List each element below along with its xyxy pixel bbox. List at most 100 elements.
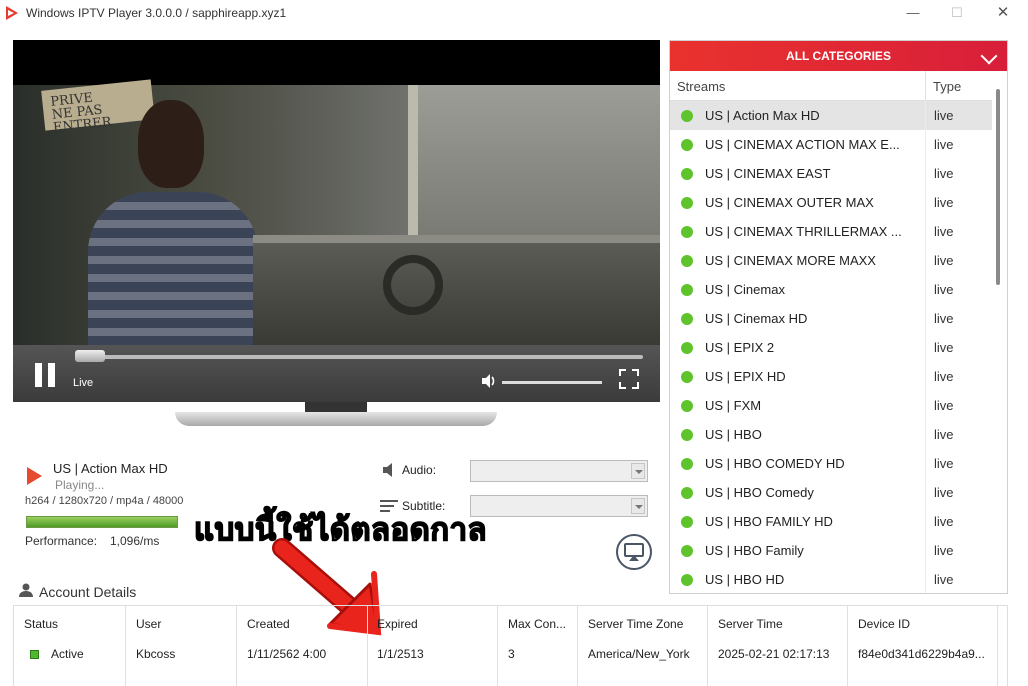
account-col-max-connections: Max Con... 3 xyxy=(498,606,578,686)
live-status-icon xyxy=(681,197,693,209)
list-item[interactable]: US | CINEMAX MORE MAXX live xyxy=(670,246,992,275)
cast-icon[interactable] xyxy=(616,534,652,570)
close-button[interactable]: ✕ xyxy=(980,0,1026,26)
live-status-icon xyxy=(681,545,693,557)
stream-type: live xyxy=(934,282,954,297)
list-item[interactable]: US | Cinemax HD live xyxy=(670,304,992,333)
list-item[interactable]: US | HBO Family live xyxy=(670,536,992,565)
stream-name: US | HBO Comedy xyxy=(705,485,814,500)
stream-name: US | HBO xyxy=(705,427,762,442)
live-status-icon xyxy=(681,284,693,296)
chevron-down-icon[interactable] xyxy=(980,47,998,65)
account-device-id-value: f84e0d341d6229b4a9... xyxy=(858,647,985,661)
speaker-icon xyxy=(383,463,392,477)
video-figure-body xyxy=(88,192,258,345)
list-item[interactable]: US | CINEMAX OUTER MAX live xyxy=(670,188,992,217)
list-item[interactable]: US | HBO COMEDY HD live xyxy=(670,449,992,478)
app-logo-icon xyxy=(6,6,18,20)
live-status-icon xyxy=(681,516,693,528)
live-status-icon xyxy=(681,458,693,470)
stream-type: live xyxy=(934,485,954,500)
account-col-header: Created xyxy=(247,617,290,631)
stream-type: live xyxy=(934,398,954,413)
column-divider[interactable] xyxy=(925,71,926,101)
category-dropdown[interactable]: ALL CATEGORIES xyxy=(670,41,1007,71)
stream-name: US | EPIX HD xyxy=(705,369,786,384)
live-status-icon xyxy=(681,139,693,151)
performance-bar xyxy=(26,516,178,528)
stream-type: live xyxy=(934,543,954,558)
column-divider xyxy=(925,391,926,420)
stream-type: live xyxy=(934,572,954,587)
stream-type: live xyxy=(934,166,954,181)
account-col-header: Device ID xyxy=(858,617,911,631)
stream-type: live xyxy=(934,456,954,471)
stream-name: US | EPIX 2 xyxy=(705,340,775,355)
streams-scrollbar[interactable] xyxy=(996,89,1000,285)
volume-slider[interactable] xyxy=(502,381,602,384)
account-col-status: Status Active xyxy=(14,606,126,686)
account-col-user: User Kbcoss xyxy=(126,606,237,686)
user-icon xyxy=(19,583,33,597)
account-user-value: Kbcoss xyxy=(136,647,176,661)
account-col-header: Status xyxy=(24,617,59,631)
list-item[interactable]: US | CINEMAX THRILLERMAX ... live xyxy=(670,217,992,246)
maximize-button[interactable]: ☐ xyxy=(934,0,980,26)
chevron-down-icon[interactable] xyxy=(631,463,645,479)
stream-type: live xyxy=(934,311,954,326)
list-item[interactable]: US | Cinemax live xyxy=(670,275,992,304)
column-divider xyxy=(925,449,926,478)
list-item[interactable]: US | FXM live xyxy=(670,391,992,420)
pause-button[interactable] xyxy=(35,363,57,387)
account-col-expired: Expired 1/1/2513 xyxy=(367,606,498,686)
live-status-icon xyxy=(681,110,693,122)
list-item[interactable]: US | CINEMAX ACTION MAX E... live xyxy=(670,130,992,159)
live-status-icon xyxy=(681,371,693,383)
volume-icon[interactable] xyxy=(481,373,497,389)
stream-type: live xyxy=(934,427,954,442)
live-status-icon xyxy=(681,400,693,412)
list-item[interactable]: US | HBO FAMILY HD live xyxy=(670,507,992,536)
audio-label: Audio: xyxy=(402,463,437,477)
streams-column-header[interactable]: Streams xyxy=(677,79,725,94)
list-item[interactable]: US | HBO Comedy live xyxy=(670,478,992,507)
list-item[interactable]: US | Action Max HD live xyxy=(670,101,992,130)
column-divider xyxy=(925,478,926,507)
stream-type: live xyxy=(934,137,954,152)
stream-name: US | CINEMAX THRILLERMAX ... xyxy=(705,224,902,239)
list-item[interactable]: US | EPIX HD live xyxy=(670,362,992,391)
account-table: Status Active User Kbcoss Created 1/11/2… xyxy=(13,605,1008,686)
video-player[interactable]: PRIVE NE PAS ENTRER Live xyxy=(13,40,660,402)
chevron-down-icon[interactable] xyxy=(631,498,645,514)
account-col-header: Server Time xyxy=(718,617,783,631)
stream-name: US | Cinemax HD xyxy=(705,311,808,326)
account-server-time-value: 2025-02-21 02:17:13 xyxy=(718,647,830,661)
list-item[interactable]: US | HBO live xyxy=(670,420,992,449)
streams-list-header: Streams Type xyxy=(670,71,992,101)
live-status-icon xyxy=(681,313,693,325)
subtitle-select[interactable] xyxy=(470,495,648,517)
fullscreen-icon[interactable] xyxy=(619,369,639,389)
playback-status: Playing... xyxy=(55,478,105,492)
account-details-title: Account Details xyxy=(39,584,137,600)
live-status-icon xyxy=(681,168,693,180)
stream-type: live xyxy=(934,340,954,355)
audio-track-select[interactable] xyxy=(470,460,648,482)
minimize-button[interactable]: — xyxy=(890,0,936,26)
list-item[interactable]: US | CINEMAX EAST live xyxy=(670,159,992,188)
list-item[interactable]: US | EPIX 2 live xyxy=(670,333,992,362)
type-column-header[interactable]: Type xyxy=(933,79,961,94)
account-col-created: Created 1/11/2562 4:00 xyxy=(237,606,368,686)
play-icon[interactable] xyxy=(27,467,42,485)
seek-thumb[interactable] xyxy=(75,350,105,362)
codec-info: h264 / 1280x720 / mp4a / 48000 xyxy=(25,495,184,507)
column-divider xyxy=(925,130,926,159)
seek-bar[interactable] xyxy=(75,355,643,359)
column-divider xyxy=(925,420,926,449)
list-item[interactable]: US | HBO HD live xyxy=(670,565,992,593)
stream-name: US | CINEMAX EAST xyxy=(705,166,831,181)
title-bar: Windows IPTV Player 3.0.0.0 / sapphireap… xyxy=(0,0,1028,26)
account-col-header: Server Time Zone xyxy=(588,617,684,631)
stream-type: live xyxy=(934,369,954,384)
stream-name: US | HBO FAMILY HD xyxy=(705,514,833,529)
